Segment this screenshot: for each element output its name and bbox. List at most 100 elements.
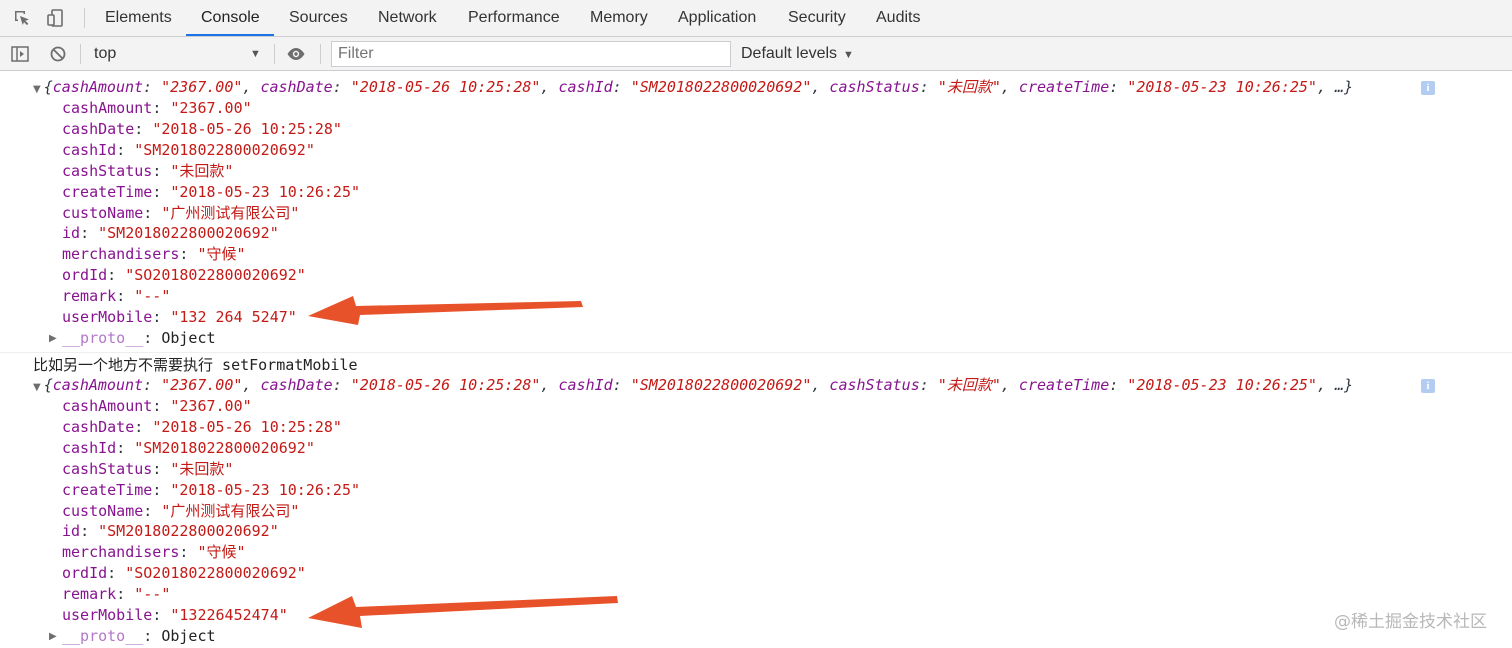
devtools-tabbar: Elements Console Sources Network Perform…	[0, 0, 1512, 37]
property-value: "2367.00"	[170, 397, 252, 415]
expand-triangle-icon[interactable]: ▶	[49, 333, 57, 344]
object-property-row: custoName: "广州测试有限公司"	[62, 203, 299, 224]
summary-value: "2018-05-26 10:25:28"	[350, 376, 541, 394]
property-value: "2018-05-23 10:26:25"	[170, 182, 361, 201]
summary-value: "未回款"	[937, 376, 1001, 394]
summary-colon: :	[612, 376, 631, 394]
object-property-row: cashId: "SM2018022800020692"	[62, 438, 315, 459]
expand-triangle-icon[interactable]: ▼	[33, 382, 41, 393]
summary-comma: ,	[242, 376, 261, 394]
property-colon: :	[179, 543, 198, 562]
clear-console-icon[interactable]	[48, 44, 68, 64]
summary-key: cashId	[558, 78, 613, 96]
property-colon: :	[143, 203, 162, 222]
property-colon: :	[152, 606, 171, 624]
property-key: ordId	[62, 564, 108, 583]
summary-colon: :	[143, 78, 162, 96]
object-property-row: cashId: "SM2018022800020692"	[62, 140, 315, 161]
property-key: cashDate	[62, 119, 135, 138]
tab-application[interactable]: Application	[678, 0, 756, 36]
device-toolbar-icon[interactable]	[46, 8, 66, 28]
summary-colon: :	[332, 78, 351, 96]
object-summary[interactable]: ▼ {cashAmount: "2367.00", cashDate: "2018…	[33, 375, 1353, 396]
summary-key: cashId	[558, 376, 613, 394]
summary-colon: :	[1109, 78, 1128, 96]
object-property-row: cashStatus: "未回款"	[62, 459, 233, 480]
property-key: id	[62, 224, 81, 243]
property-colon: :	[143, 328, 162, 347]
summary-value: "2367.00"	[161, 376, 243, 394]
object-summary[interactable]: ▼ {cashAmount: "2367.00", cashDate: "2018…	[33, 77, 1353, 98]
property-key: userMobile	[62, 308, 153, 326]
property-key: custoName	[62, 203, 144, 222]
context-dropdown-icon[interactable]: ▼	[250, 37, 261, 71]
summary-comma: ,	[1000, 376, 1019, 394]
property-value: "SM2018022800020692"	[134, 140, 315, 159]
property-colon: :	[107, 564, 126, 583]
info-icon[interactable]: i	[1421, 81, 1435, 95]
log-levels-label: Default levels	[741, 45, 838, 62]
inspect-element-icon[interactable]	[12, 8, 32, 28]
tab-network[interactable]: Network	[378, 0, 437, 36]
proto-row[interactable]: __proto__: Object	[62, 328, 216, 349]
tab-audits[interactable]: Audits	[876, 0, 920, 36]
property-colon: :	[116, 140, 135, 159]
live-expression-eye-icon[interactable]	[286, 44, 306, 64]
proto-value: Object	[161, 328, 216, 347]
property-value: "未回款"	[170, 161, 234, 180]
summary-comma: ,	[242, 78, 261, 96]
property-value: "SM2018022800020692"	[98, 224, 279, 243]
summary-comma: ,	[540, 376, 559, 394]
property-colon: :	[152, 161, 171, 180]
property-value: "2018-05-26 10:25:28"	[152, 119, 342, 138]
property-key: createTime	[62, 182, 153, 201]
property-key: cashDate	[62, 417, 135, 436]
object-property-row: custoName: "广州测试有限公司"	[62, 501, 299, 522]
summary-comma: ,	[1316, 78, 1336, 96]
tab-elements[interactable]: Elements	[105, 0, 172, 36]
show-sidebar-icon[interactable]	[10, 44, 30, 64]
property-value: "2367.00"	[170, 99, 252, 117]
property-colon: :	[143, 626, 162, 645]
active-tab-indicator	[186, 34, 274, 36]
tab-console[interactable]: Console	[201, 0, 260, 36]
summary-value: "2018-05-23 10:26:25"	[1127, 376, 1317, 394]
object-property-row: userMobile: "132 264 5247"	[62, 307, 297, 328]
tab-performance[interactable]: Performance	[468, 0, 560, 36]
tab-security[interactable]: Security	[788, 0, 846, 36]
property-value: "SM2018022800020692"	[134, 438, 315, 457]
property-value: "2018-05-23 10:26:25"	[170, 480, 361, 499]
expand-triangle-icon[interactable]: ▼	[33, 84, 41, 95]
property-key: ordId	[62, 266, 108, 285]
proto-row[interactable]: __proto__: Object	[62, 626, 216, 647]
property-value: "SM2018022800020692"	[98, 522, 279, 541]
property-colon: :	[116, 438, 135, 457]
info-icon[interactable]: i	[1421, 379, 1435, 393]
property-colon: :	[152, 308, 171, 326]
message-separator	[0, 352, 1512, 353]
property-key: remark	[62, 287, 117, 306]
property-value: "守候"	[197, 245, 246, 264]
property-colon: :	[107, 266, 126, 285]
summary-comma: ,	[540, 78, 559, 96]
filter-input[interactable]	[331, 41, 731, 67]
property-colon: :	[116, 585, 135, 604]
summary-key: cashDate	[260, 376, 333, 394]
property-colon: :	[152, 99, 171, 117]
property-value: "132 264 5247"	[170, 308, 297, 326]
summary-comma: ,	[811, 78, 830, 96]
summary-key: createTime	[1018, 376, 1110, 394]
summary-value: "SM2018022800020692"	[630, 78, 812, 96]
summary-key: cashStatus	[829, 78, 920, 96]
watermark-text: @稀土掘金技术社区	[1334, 612, 1487, 632]
expand-triangle-icon[interactable]: ▶	[49, 631, 57, 642]
proto-key: __proto__	[62, 328, 144, 347]
property-value: "--"	[134, 287, 171, 306]
property-value: "未回款"	[170, 459, 234, 478]
context-selector[interactable]: top	[94, 37, 116, 71]
property-value: "广州测试有限公司"	[161, 501, 300, 520]
tab-sources[interactable]: Sources	[289, 0, 348, 36]
object-property-row: remark: "--"	[62, 286, 170, 307]
tab-memory[interactable]: Memory	[590, 0, 648, 36]
log-levels-dropdown[interactable]: Default levels ▼	[741, 37, 854, 71]
